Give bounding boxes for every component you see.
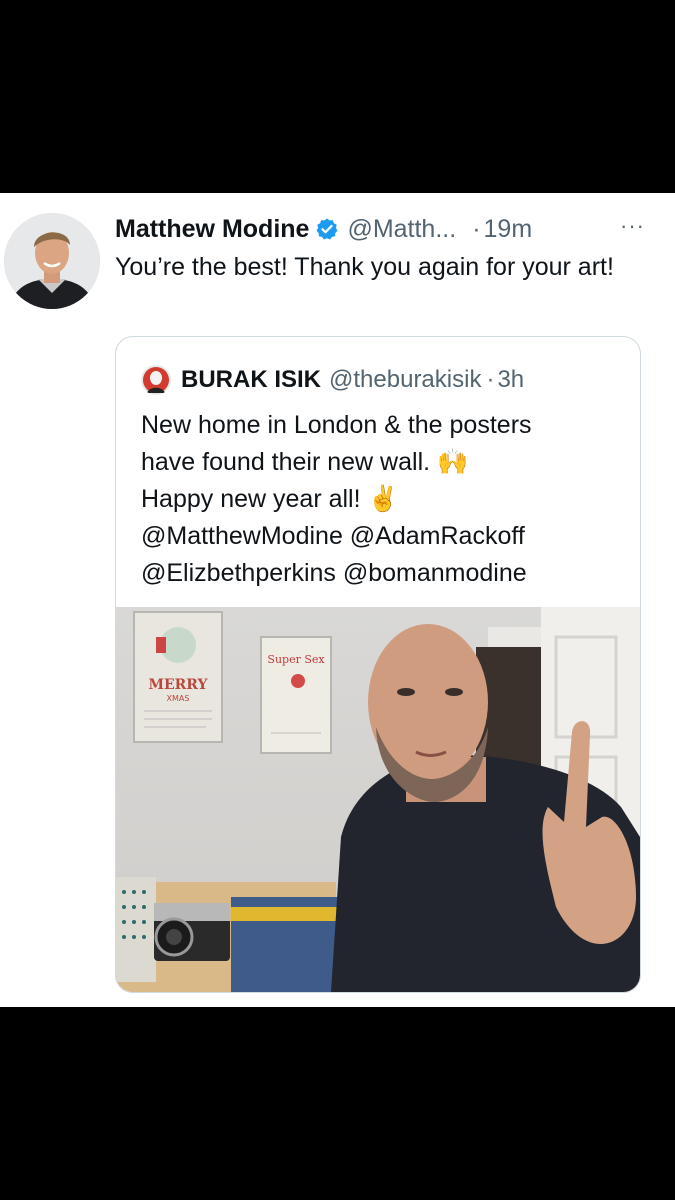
svg-text:Super Sex: Super Sex: [267, 653, 325, 666]
quote-text-line: Happy new year all! ✌️: [141, 485, 399, 513]
quote-separator-dot: ·: [486, 366, 495, 393]
quote-text-line: New home in London & the posters: [141, 411, 532, 439]
selfie-photo: MERRY XMAS Super Sex: [116, 607, 640, 992]
quote-photo[interactable]: MERRY XMAS Super Sex: [116, 607, 640, 992]
author-handle[interactable]: @Matth...: [347, 215, 456, 244]
quoted-tweet[interactable]: BURAK ISIK @theburakisik · 3h New home i…: [115, 336, 641, 993]
author-name[interactable]: Matthew Modine: [115, 215, 309, 244]
quote-text-line[interactable]: @MatthewModine @AdamRackoff: [141, 518, 631, 555]
camera: [154, 903, 230, 961]
quote-text-line: have found their new wall. 🙌: [141, 448, 469, 476]
svg-text:XMAS: XMAS: [167, 694, 190, 703]
poster-super-sex: Super Sex: [260, 636, 332, 754]
quote-author-avatar[interactable]: [141, 365, 171, 395]
author-avatar[interactable]: [4, 213, 100, 309]
more-options-icon[interactable]: ···: [620, 213, 645, 239]
tweet-header: Matthew Modine @Matth... · 19m ···: [115, 211, 655, 247]
quote-author-handle[interactable]: @theburakisik: [329, 366, 481, 394]
separator-dot: ·: [472, 214, 481, 243]
quote-text: New home in London & the posters have fo…: [141, 407, 631, 592]
quote-header: BURAK ISIK @theburakisik · 3h: [141, 364, 524, 396]
avatar-image: [4, 213, 100, 309]
quote-author-name[interactable]: BURAK ISIK: [181, 366, 321, 394]
verified-badge-icon: [315, 217, 339, 241]
svg-text:MERRY: MERRY: [148, 677, 208, 693]
poster-merry-xmas: MERRY XMAS: [133, 611, 223, 743]
tweet-text: You’re the best! Thank you again for you…: [115, 253, 614, 281]
quote-timestamp[interactable]: 3h: [497, 366, 524, 394]
tweet-card[interactable]: Matthew Modine @Matth... · 19m ··· You’r…: [0, 193, 675, 1007]
quote-text-line[interactable]: @Elizbethperkins @bomanmodine: [141, 555, 631, 592]
tweet-timestamp[interactable]: 19m: [484, 215, 533, 244]
